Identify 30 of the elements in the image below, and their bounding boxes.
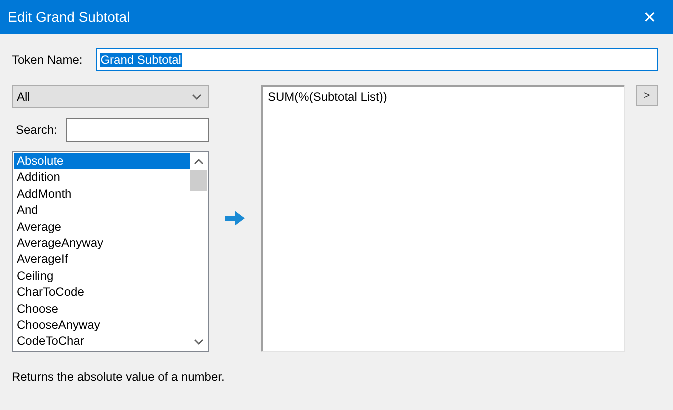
insert-arrow-icon[interactable] <box>225 211 245 226</box>
token-name-text: Grand Subtotal <box>100 52 182 66</box>
dropdown-caret-icon[interactable] <box>192 94 202 100</box>
function-item[interactable]: AddMonth <box>14 186 190 202</box>
function-item[interactable]: ChooseAnyway <box>14 316 190 334</box>
window-title: Edit Grand Subtotal <box>8 9 130 25</box>
formula-editor[interactable]: SUM(%(Subtotal List)) <box>261 85 625 352</box>
function-item[interactable]: Absolute <box>14 153 190 170</box>
expand-button[interactable]: > <box>636 85 658 106</box>
function-item[interactable]: And <box>14 202 190 219</box>
function-item[interactable]: Addition <box>14 169 190 186</box>
function-item[interactable]: CodeToChar <box>14 333 190 350</box>
function-description: Returns the absolute value of a number. <box>12 370 226 384</box>
search-label: Search: <box>16 123 58 137</box>
token-name-field[interactable]: Grand Subtotal <box>96 48 658 71</box>
scroll-up-icon[interactable] <box>194 158 204 164</box>
formula-text: SUM(%(Subtotal List)) <box>268 90 388 104</box>
token-name-label: Token Name: <box>12 52 83 66</box>
search-field[interactable] <box>66 118 209 142</box>
function-item[interactable]: CharToCode <box>14 284 190 301</box>
function-item[interactable]: Ceiling <box>14 268 190 284</box>
scroll-down-icon[interactable] <box>194 338 204 344</box>
category-dropdown[interactable]: All <box>12 85 209 108</box>
function-item[interactable]: AverageAnyway <box>14 234 190 252</box>
category-value: All <box>17 90 30 104</box>
function-item[interactable]: AverageIf <box>14 251 190 268</box>
function-item[interactable]: Choose <box>14 300 190 317</box>
scrollbar-thumb[interactable] <box>190 170 207 191</box>
close-button[interactable]: ✕ <box>627 0 673 34</box>
function-item[interactable]: Average <box>14 218 190 235</box>
